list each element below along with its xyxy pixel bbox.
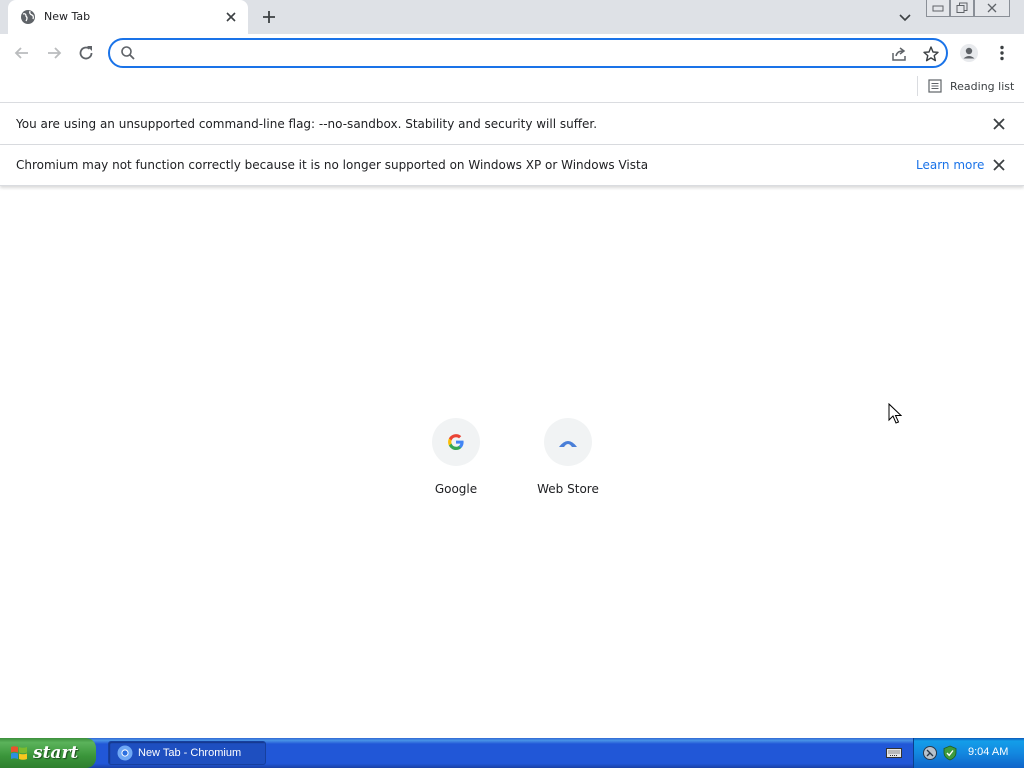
taskbar-item-label: New Tab - Chromium <box>138 747 242 759</box>
start-label: start <box>33 743 79 763</box>
reading-list-label: Reading list <box>950 79 1015 93</box>
web-store-icon <box>559 441 577 450</box>
infobar-message: You are using an unsupported command-lin… <box>16 117 598 131</box>
windows-logo-icon <box>11 746 27 760</box>
close-tab-icon[interactable] <box>222 8 240 26</box>
share-icon[interactable] <box>890 45 908 63</box>
tab-title: New Tab <box>44 10 91 23</box>
chevron-down-icon[interactable] <box>896 8 914 26</box>
back-icon[interactable] <box>12 43 32 63</box>
new-tab-icon[interactable] <box>258 6 280 28</box>
close-icon[interactable] <box>991 116 1007 132</box>
shortcut-tile <box>544 418 592 466</box>
mouse-cursor-icon <box>888 403 902 424</box>
keyboard-icon[interactable] <box>886 746 902 760</box>
restore-icon <box>956 2 968 13</box>
taskbar: start New Tab - Chromium 9:04 AM <box>0 738 1024 768</box>
reading-list-icon <box>928 79 942 93</box>
reading-list-button[interactable]: Reading list <box>928 77 1014 95</box>
close-window-button[interactable] <box>974 0 1010 17</box>
reload-icon[interactable] <box>76 43 96 63</box>
shortcut-label: Web Store <box>537 482 599 496</box>
infobar-unsupported-os: Chromium may not function correctly beca… <box>0 145 1024 186</box>
shortcut-tile <box>432 418 480 466</box>
shortcut-web-store[interactable]: Web Store <box>512 418 624 508</box>
menu-kebab-icon[interactable] <box>992 43 1012 63</box>
tab-strip: New Tab <box>0 0 1024 34</box>
tab-new-tab[interactable]: New Tab <box>8 0 248 34</box>
window-controls <box>926 0 1018 18</box>
bookmarks-bar: Reading list <box>0 72 1024 103</box>
clock: 9:04 AM <box>968 746 1009 758</box>
search-icon <box>121 46 135 60</box>
taskbar-item-chromium[interactable]: New Tab - Chromium <box>108 741 266 765</box>
forward-icon[interactable] <box>44 43 64 63</box>
chromium-icon <box>117 745 133 761</box>
google-g-icon <box>448 434 464 450</box>
restore-button[interactable] <box>950 0 974 17</box>
toolbar <box>0 34 1024 72</box>
close-icon[interactable] <box>991 157 1007 173</box>
start-button[interactable]: start <box>0 738 96 768</box>
bookmark-star-icon[interactable] <box>922 45 940 63</box>
address-input[interactable] <box>142 43 882 63</box>
learn-more-link[interactable]: Learn more <box>916 158 984 172</box>
system-tray: 9:04 AM <box>913 738 1024 768</box>
shortcut-label: Google <box>434 482 478 496</box>
address-bar[interactable] <box>108 38 948 68</box>
profile-avatar-icon[interactable] <box>959 43 979 63</box>
minimize-icon <box>932 5 944 12</box>
globe-icon <box>21 10 35 24</box>
infobar-no-sandbox: You are using an unsupported command-lin… <box>0 104 1024 145</box>
infobar-message: Chromium may not function correctly beca… <box>16 158 649 172</box>
close-icon <box>987 3 997 13</box>
network-icon[interactable] <box>922 745 938 761</box>
bookmarks-separator <box>917 76 918 96</box>
minimize-button[interactable] <box>926 0 950 17</box>
shortcut-google[interactable]: Google <box>400 418 512 508</box>
security-shield-icon[interactable] <box>942 745 958 761</box>
